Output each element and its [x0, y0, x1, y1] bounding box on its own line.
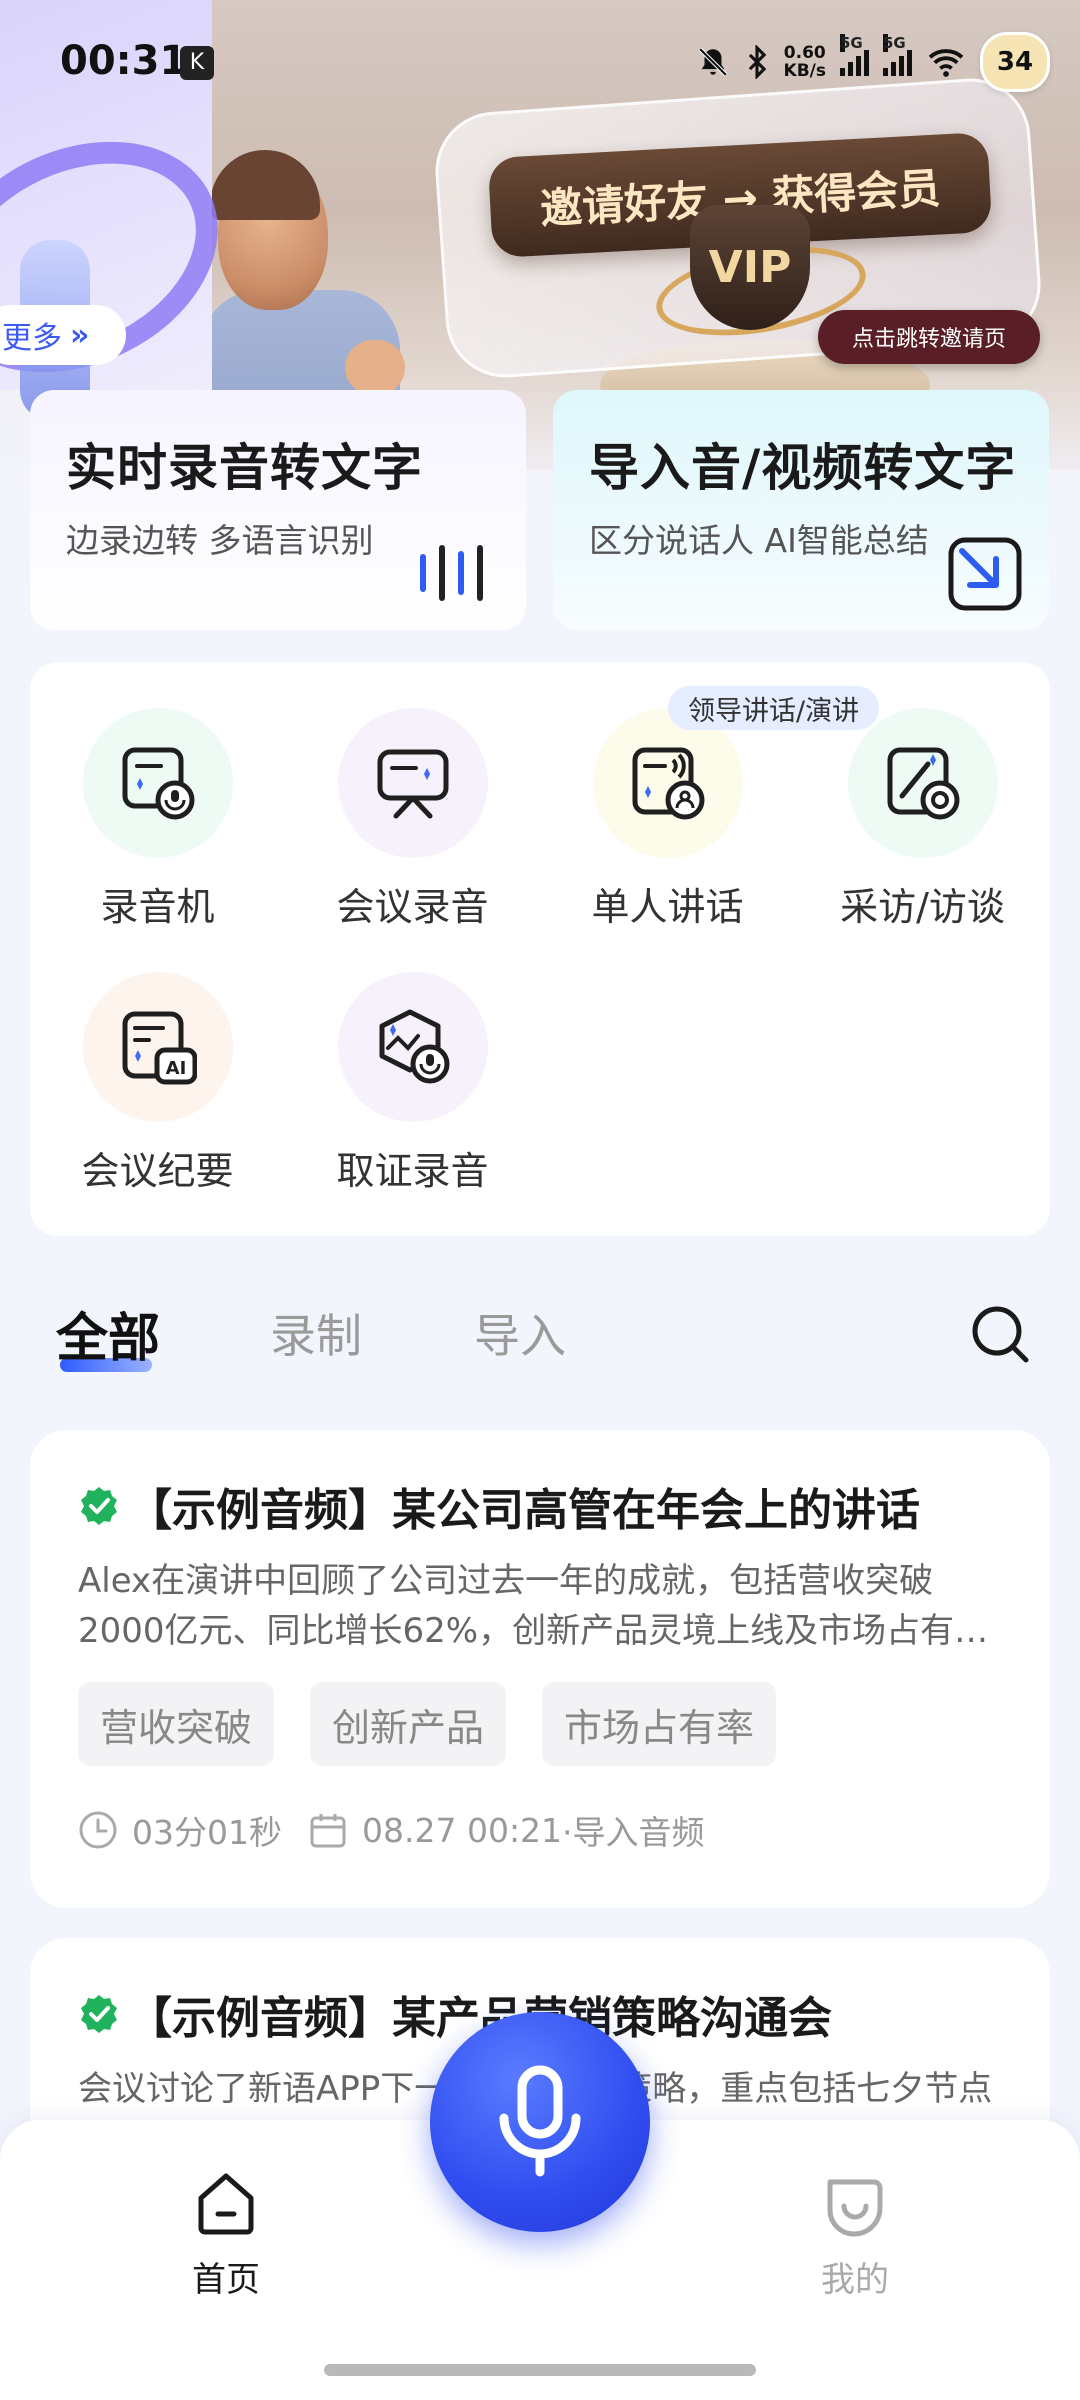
mute-bell-icon	[698, 47, 727, 77]
evidence-icon-bg	[337, 972, 488, 1122]
feature-meeting-recording[interactable]: 会议录音	[285, 708, 540, 931]
net-speed-unit: KB/s	[783, 61, 826, 81]
recording-duration: 03分01秒	[132, 1813, 282, 1852]
minutes-icon-bg: AI	[82, 972, 233, 1122]
recording-list-item[interactable]: 【示例音频】某公司高管在年会上的讲话 Alex在演讲中回顾了公司过去一年的成就，…	[30, 1430, 1050, 1908]
recording-date: 08.27 00:21	[361, 1810, 563, 1850]
verified-badge-icon	[81, 1995, 117, 2033]
app-notification-icon: K	[180, 46, 214, 80]
feature-label: 取证录音	[336, 1149, 489, 1193]
double-chevron-right-icon: »	[70, 317, 90, 353]
microphone-icon	[499, 2065, 581, 2177]
realtime-card-title: 实时录音转文字	[66, 439, 423, 497]
recorder-icon	[122, 747, 194, 820]
ai-minutes-icon: AI	[122, 1011, 197, 1085]
feature-meeting-minutes[interactable]: AI 会议纪要	[30, 972, 285, 1195]
feature-label: 会议录音	[336, 885, 489, 929]
keyword-tag: 市场占有率	[542, 1682, 777, 1766]
signal-type: 5G	[840, 34, 863, 52]
speaker-icon-bg	[592, 708, 743, 858]
recording-meta: 03分01秒 08.27 00:21 ·导入音频	[78, 1806, 1002, 1854]
net-speed-value: 0.60	[783, 43, 826, 63]
invite-jump-button[interactable]: 点击跳转邀请页	[818, 310, 1040, 364]
feature-label: 会议纪要	[81, 1149, 234, 1193]
status-icons: 0.60 KB/s 5G 5G 34	[696, 32, 1050, 92]
tab-all[interactable]: 全部	[56, 1296, 160, 1371]
import-card-title: 导入音/视频转文字	[589, 439, 1017, 497]
keyword-tag: 营收突破	[78, 1682, 275, 1766]
import-arrow-icon	[948, 537, 1022, 611]
bluetooth-icon	[748, 45, 766, 79]
recording-title-row: 【示例音频】某公司高管在年会上的讲话	[78, 1474, 1002, 1538]
more-button[interactable]: 更多 »	[0, 305, 126, 365]
tab-imported[interactable]: 导入	[474, 1300, 566, 1366]
signal-icon: 5G	[840, 34, 869, 76]
interview-icon-bg	[847, 708, 998, 858]
search-icon[interactable]	[968, 1302, 1032, 1366]
feature-label: 单人讲话	[591, 885, 744, 929]
speaker-icon	[632, 747, 704, 820]
keyword-tags: 营收突破 创新产品 市场占有率	[78, 1682, 1002, 1766]
wifi-icon	[928, 49, 964, 77]
vip-badge: VIP	[690, 205, 810, 330]
signal-type: 5G	[883, 34, 906, 52]
meeting-board-icon	[377, 749, 448, 819]
signal-icon: 5G	[883, 34, 912, 76]
waveform-icon	[420, 545, 483, 601]
nav-profile[interactable]: 我的	[755, 2168, 955, 2301]
system-home-indicator[interactable]	[324, 2364, 756, 2376]
nav-profile-label: 我的	[821, 2260, 889, 2300]
svg-text:AI: AI	[165, 1058, 186, 1079]
verified-badge-icon	[81, 1487, 117, 1525]
net-speed: 0.60 KB/s	[784, 44, 826, 80]
feature-label: 采访/访谈	[840, 885, 1005, 929]
nav-home[interactable]: 首页	[126, 2168, 326, 2301]
tab-recorded[interactable]: 录制	[270, 1300, 362, 1366]
interview-icon	[887, 747, 959, 820]
feature-single-speaker[interactable]: 单人讲话	[540, 708, 795, 931]
meeting-icon-bg	[337, 708, 488, 858]
recording-title: 【示例音频】某公司高管在年会上的讲话	[128, 1485, 920, 1536]
more-label: 更多	[2, 321, 62, 356]
status-time: 00:31	[60, 38, 188, 84]
evidence-icon	[379, 1009, 449, 1084]
record-mic-button[interactable]	[430, 2012, 650, 2232]
nav-home-label: 首页	[192, 2260, 260, 2300]
home-icon	[198, 2173, 254, 2235]
recording-summary: Alex在演讲中回顾了公司过去一年的成就，包括营收突破2000亿元、同比增长62…	[78, 1561, 989, 1651]
feature-evidence-recording[interactable]: 取证录音	[285, 972, 540, 1195]
profile-icon	[827, 2179, 883, 2237]
feature-recorder[interactable]: 录音机	[30, 708, 285, 931]
recorder-icon-bg	[82, 708, 233, 858]
battery-indicator: 34	[980, 32, 1050, 92]
feature-label: 录音机	[100, 885, 215, 929]
recording-source: ·导入音频	[562, 1813, 705, 1852]
calendar-icon	[310, 1814, 346, 1848]
keyword-tag: 创新产品	[310, 1682, 507, 1766]
clock-icon	[79, 1811, 117, 1849]
feature-interview[interactable]: 采访/访谈	[795, 708, 1050, 931]
banner-figure-hand	[345, 340, 405, 395]
